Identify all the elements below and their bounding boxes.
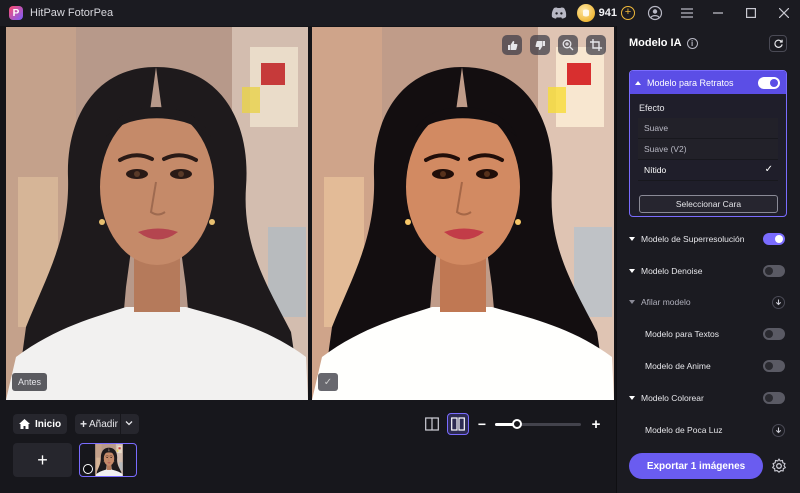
colorize-toggle[interactable] bbox=[763, 392, 785, 404]
expand-icon bbox=[629, 269, 635, 273]
zoom-in-button[interactable]: + bbox=[588, 414, 604, 434]
denoise-toggle[interactable] bbox=[763, 265, 785, 277]
home-label: Inicio bbox=[35, 418, 62, 430]
portrait-model-toggle[interactable] bbox=[758, 77, 780, 89]
model-row-superresolution[interactable]: Modelo de Superresolución bbox=[629, 230, 785, 248]
effect-option-nitido[interactable]: Nítido ✓ bbox=[638, 160, 778, 181]
before-image-pane[interactable]: Antes bbox=[6, 27, 308, 400]
portrait-model-header[interactable]: Modelo para Retratos bbox=[630, 71, 786, 94]
image-thumbnail[interactable] bbox=[79, 443, 137, 477]
coin-icon[interactable] bbox=[576, 4, 595, 22]
before-label: Antes bbox=[12, 373, 48, 391]
add-button[interactable]: + Añadir bbox=[75, 414, 139, 434]
credits-count: 941 bbox=[598, 7, 617, 19]
title-bar: P HitPaw FotorPea 941 + bbox=[0, 0, 800, 26]
check-icon[interactable]: ✓ bbox=[318, 373, 338, 391]
model-row-anime[interactable]: Modelo de Anime bbox=[629, 357, 785, 375]
chevron-down-icon[interactable] bbox=[124, 418, 134, 431]
model-row-sharpen[interactable]: Afilar modelo bbox=[629, 293, 785, 311]
home-icon bbox=[19, 419, 30, 429]
menu-icon[interactable] bbox=[679, 5, 695, 21]
zoom-slider-handle[interactable] bbox=[512, 419, 522, 429]
superresolution-toggle[interactable] bbox=[763, 233, 785, 245]
effect-option-suave-v2[interactable]: Suave (V2) bbox=[638, 139, 778, 160]
maximize-button[interactable] bbox=[734, 0, 767, 26]
download-icon[interactable] bbox=[772, 296, 785, 309]
model-row-low-light[interactable]: Modelo de Poca Luz bbox=[629, 421, 785, 439]
thumbnail-status-icon bbox=[83, 464, 93, 474]
select-face-button[interactable]: Seleccionar Cara bbox=[639, 195, 778, 213]
add-credits-icon[interactable]: + bbox=[621, 6, 635, 20]
info-icon[interactable]: i bbox=[686, 37, 698, 49]
expand-icon bbox=[629, 300, 635, 304]
split-view-icon[interactable] bbox=[447, 413, 469, 435]
add-image-tile[interactable]: + bbox=[13, 443, 72, 477]
discord-icon[interactable] bbox=[551, 5, 567, 21]
ai-model-panel: Modelo IA i Modelo para Retratos Efecto … bbox=[616, 26, 800, 493]
zoom-in-icon[interactable] bbox=[558, 35, 578, 55]
account-icon[interactable] bbox=[647, 5, 663, 21]
model-row-colorize[interactable]: Modelo Colorear bbox=[629, 389, 785, 407]
portrait-model-label: Modelo para Retratos bbox=[647, 77, 734, 88]
app-logo-icon: P bbox=[9, 6, 23, 20]
refresh-icon bbox=[773, 39, 783, 48]
effect-option-suave[interactable]: Suave bbox=[638, 118, 778, 139]
add-label: Añadir bbox=[89, 418, 118, 430]
anime-model-toggle[interactable] bbox=[763, 360, 785, 372]
thumbs-up-icon[interactable] bbox=[502, 35, 522, 55]
zoom-out-button[interactable]: − bbox=[475, 414, 489, 434]
minimize-button[interactable] bbox=[701, 0, 734, 26]
gear-icon[interactable] bbox=[770, 457, 788, 475]
model-row-denoise[interactable]: Modelo Denoise bbox=[629, 262, 785, 280]
portrait-model-card: Modelo para Retratos Efecto Suave Suave … bbox=[629, 70, 787, 217]
bottom-toolbar: Inicio + Añadir − + + bbox=[0, 400, 616, 493]
reset-button[interactable] bbox=[769, 35, 787, 52]
single-view-icon[interactable] bbox=[423, 414, 441, 434]
after-photo bbox=[312, 27, 614, 400]
collapse-icon bbox=[635, 80, 641, 85]
after-image-pane[interactable]: ✓ bbox=[312, 27, 614, 400]
thumbs-down-icon[interactable] bbox=[530, 35, 550, 55]
export-button[interactable]: Exportar 1 imágenes bbox=[629, 453, 763, 479]
panel-title: Modelo IA bbox=[629, 37, 682, 49]
expand-icon bbox=[629, 237, 635, 241]
close-button[interactable] bbox=[767, 0, 800, 26]
download-icon[interactable] bbox=[772, 424, 785, 437]
expand-icon bbox=[629, 396, 635, 400]
before-photo bbox=[6, 27, 308, 400]
effect-label: Efecto bbox=[639, 103, 665, 113]
checkmark-icon: ✓ bbox=[764, 164, 773, 175]
crop-icon[interactable] bbox=[586, 35, 606, 55]
home-button[interactable]: Inicio bbox=[13, 414, 67, 434]
text-model-toggle[interactable] bbox=[763, 328, 785, 340]
model-row-text[interactable]: Modelo para Textos bbox=[629, 325, 785, 343]
plus-icon: + bbox=[80, 417, 88, 431]
app-title: HitPaw FotorPea bbox=[30, 7, 114, 19]
zoom-slider[interactable] bbox=[495, 419, 581, 429]
